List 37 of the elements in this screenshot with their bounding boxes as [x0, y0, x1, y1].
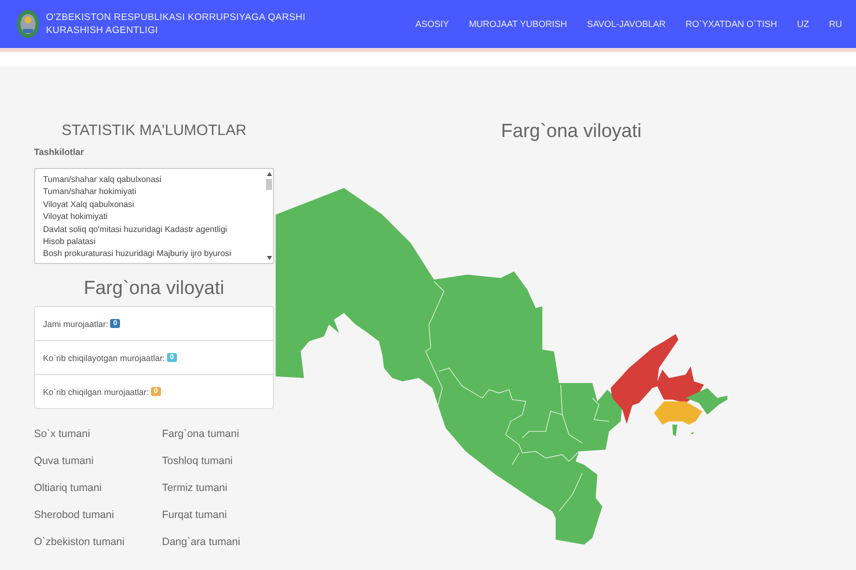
map-title: Farg`ona viloyati: [501, 121, 642, 143]
district-link[interactable]: Oltiariq tumani: [34, 481, 162, 496]
scroll-up-icon[interactable]: [266, 172, 272, 176]
district-link[interactable]: Farg`ona tumani: [162, 427, 274, 442]
list-option[interactable]: Davlat soliq qo'mitasi huzuridagi Kadastr agentligi: [43, 222, 265, 236]
agency-name: KURASHISH AGENTLIGI: [46, 25, 160, 36]
emblem-icon: [16, 9, 40, 39]
nav-link[interactable]: RU: [829, 19, 842, 29]
district-link[interactable]: O`zbekiston tumani: [34, 535, 162, 550]
count-label: Ko`rib chiqilgan murojaatlar:: [43, 386, 149, 396]
district-link[interactable]: Quva tumani: [34, 454, 162, 469]
list-option[interactable]: Viloyat hokimiyati: [43, 210, 265, 223]
organizations-listbox[interactable]: [34, 168, 274, 264]
section-title: STATISTIK MA'LUMOTLAR: [60, 122, 248, 139]
district-link[interactable]: Termiz tumani: [162, 481, 274, 496]
list-option[interactable]: Tuman/shahar hokimiyati: [43, 185, 265, 198]
list-option[interactable]: Tuman/shahar xalq qabulxonasi: [43, 173, 265, 186]
nav-link[interactable]: SAVOL-JAVOBLAR: [586, 19, 666, 29]
agency-name: O'ZBEKISTON RESPUBLIKASI KORRUPSIYAGA QARSHI: [46, 12, 306, 23]
scrollbar-thumb[interactable]: [266, 179, 272, 190]
district-link[interactable]: So`x tumani: [34, 427, 162, 442]
district-link[interactable]: Dang`ara tumani: [162, 535, 274, 550]
field-label: Tashkilotlar: [34, 147, 85, 157]
district-link[interactable]: Sherobod tumani: [34, 508, 162, 523]
nav-link[interactable]: ASOSIY: [415, 19, 449, 29]
nav-link[interactable]: RO`YXATDAN O`TISH: [686, 19, 777, 29]
nav-link[interactable]: MUROJAAT YUBORISH: [468, 19, 567, 29]
count-label: Ko`rib chiqilayotgan murojaatlar:: [43, 352, 165, 362]
count-label: Jami murojaatlar:: [43, 318, 108, 328]
nav-link[interactable]: UZ: [797, 19, 809, 29]
region-title: Farg`ona viloyati: [82, 278, 226, 300]
scroll-down-icon[interactable]: [266, 256, 272, 260]
district-link[interactable]: Furqat tumani: [162, 508, 274, 523]
list-option[interactable]: Viloyat Xalq qabulxonasi: [43, 198, 265, 210]
list-option[interactable]: Bosh prokuraturasi huzuridagi Majburiy ijro byurosi: [43, 247, 265, 260]
district-link[interactable]: Toshloq tumani: [162, 454, 274, 469]
list-option[interactable]: Hisob palatasi: [43, 235, 265, 248]
